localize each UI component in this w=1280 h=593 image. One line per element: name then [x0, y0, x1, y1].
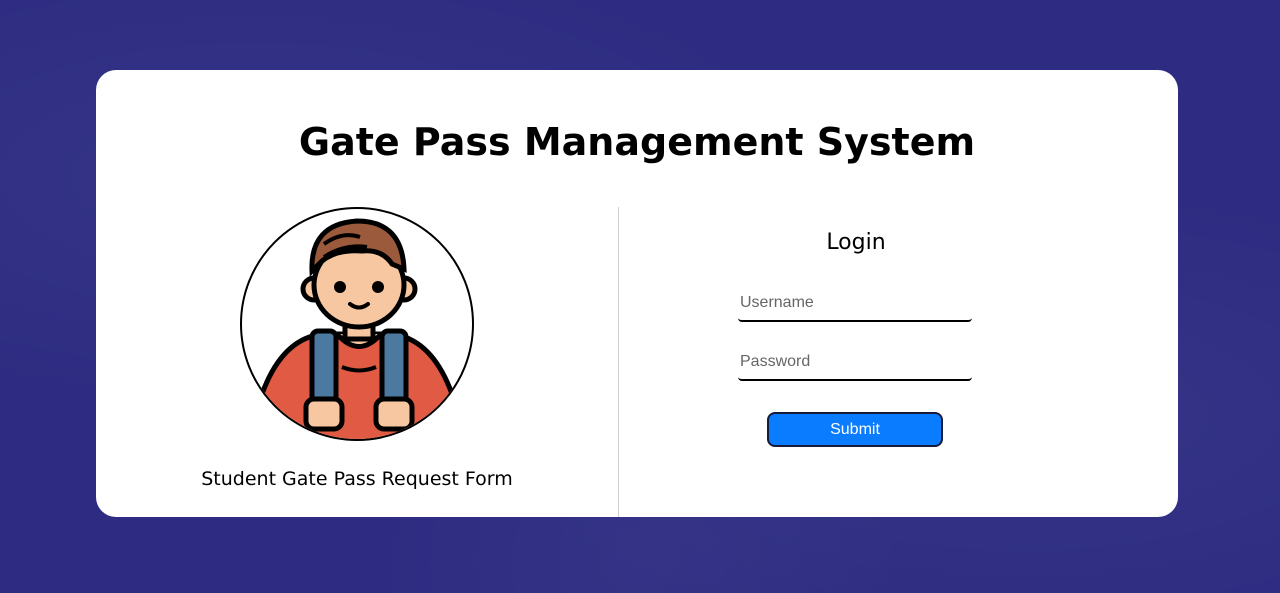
- vertical-divider: [618, 207, 619, 517]
- student-avatar-icon: [240, 207, 474, 441]
- student-illustration: [254, 218, 460, 439]
- username-input[interactable]: [738, 286, 972, 322]
- student-gate-pass-link[interactable]: Student Gate Pass Request Form: [96, 468, 618, 490]
- page-title: Gate Pass Management System: [298, 120, 976, 164]
- password-input[interactable]: [738, 345, 972, 381]
- submit-button[interactable]: Submit: [767, 412, 943, 447]
- login-heading: Login: [826, 230, 886, 255]
- login-card: Gate Pass Management System Student Gate…: [96, 70, 1178, 517]
